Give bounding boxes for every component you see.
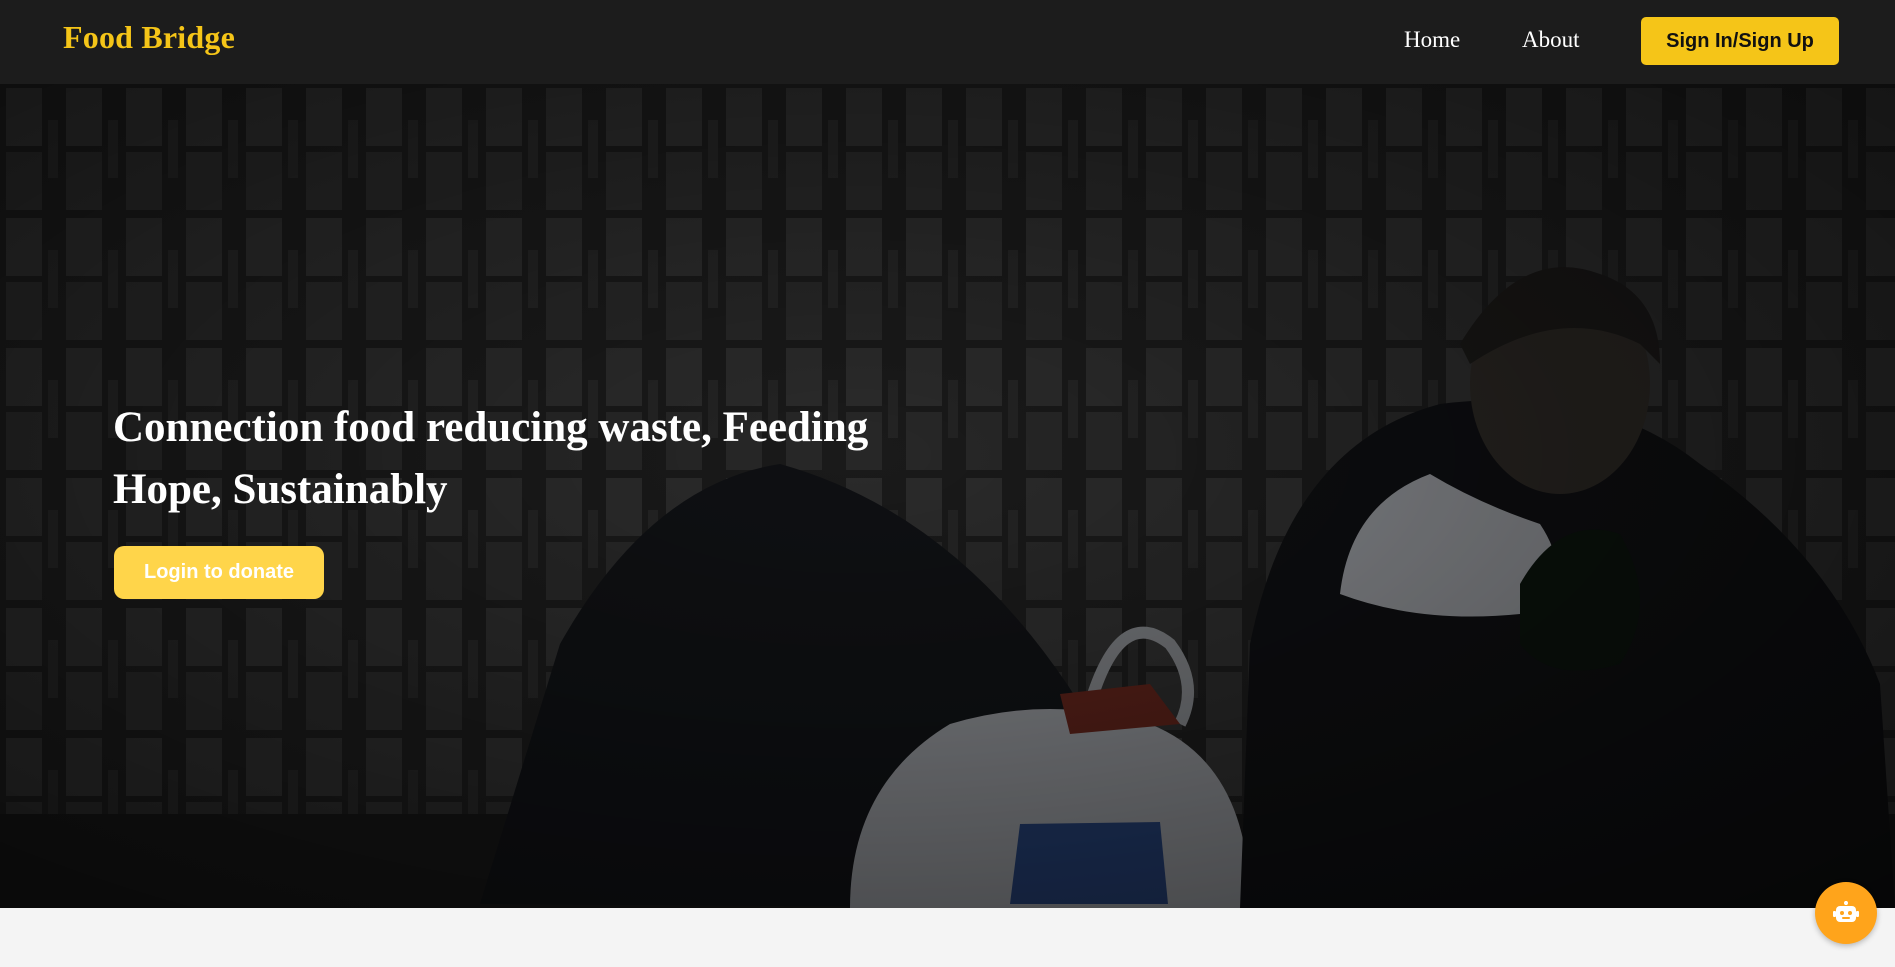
nav-link-home[interactable]: Home [1404,27,1460,53]
hero-section: Connection food reducing waste, Feeding … [0,84,1895,908]
login-to-donate-button[interactable]: Login to donate [114,546,324,599]
hero-title: Connection food reducing waste, Feeding … [113,404,869,513]
robot-icon [1833,901,1859,922]
sign-in-button[interactable]: Sign In/Sign Up [1641,17,1839,65]
brand-logo[interactable]: Food Bridge [63,19,235,56]
nav-link-about[interactable]: About [1522,27,1580,53]
page-below-hero [0,908,1895,967]
top-navbar: Food Bridge Home About Sign In/Sign Up [0,0,1895,84]
chatbot-button[interactable] [1815,882,1877,944]
